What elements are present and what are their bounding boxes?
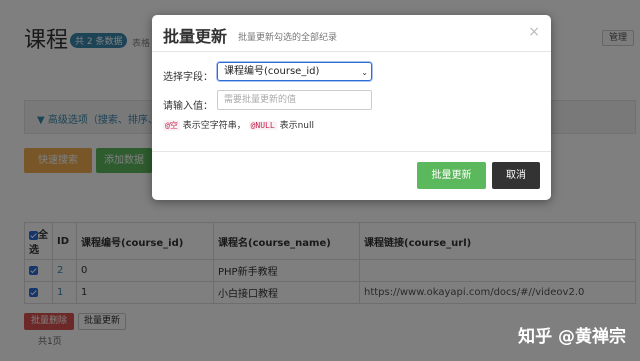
field-select-label: 选择字段： [163, 72, 213, 83]
null-hint-text: 表示null [279, 121, 314, 131]
chevron-down-icon: ⌄ [361, 68, 368, 77]
submit-batch-update-button[interactable]: 批量更新 [417, 162, 486, 189]
null-code-tag: @NULL [248, 121, 277, 130]
value-input-label: 请输入值： [163, 101, 213, 112]
modal-footer: 批量更新 取消 [152, 151, 551, 200]
close-icon[interactable]: × [528, 24, 540, 40]
input-hint: @空 表示空字符串， @NULL 表示null [163, 118, 314, 131]
field-select[interactable]: 课程编号(course_id) ⌄ [217, 62, 372, 81]
modal-header: 批量更新 批量更新勾选的全部纪录 × [152, 15, 551, 52]
empty-code-tag: @空 [163, 120, 180, 131]
empty-hint-text: 表示空字符串， [182, 121, 246, 131]
field-select-value: 课程编号(course_id) [224, 66, 320, 77]
watermark: 知乎 @黄禅宗 [518, 327, 626, 347]
value-input[interactable]: 需要批量更新的值 [217, 90, 372, 110]
batch-update-modal: 批量更新 批量更新勾选的全部纪录 × 选择字段： 课程编号(course_id)… [152, 15, 551, 200]
modal-subtitle: 批量更新勾选的全部纪录 [238, 33, 338, 43]
modal-title: 批量更新 [163, 27, 228, 46]
cancel-button[interactable]: 取消 [492, 162, 540, 189]
